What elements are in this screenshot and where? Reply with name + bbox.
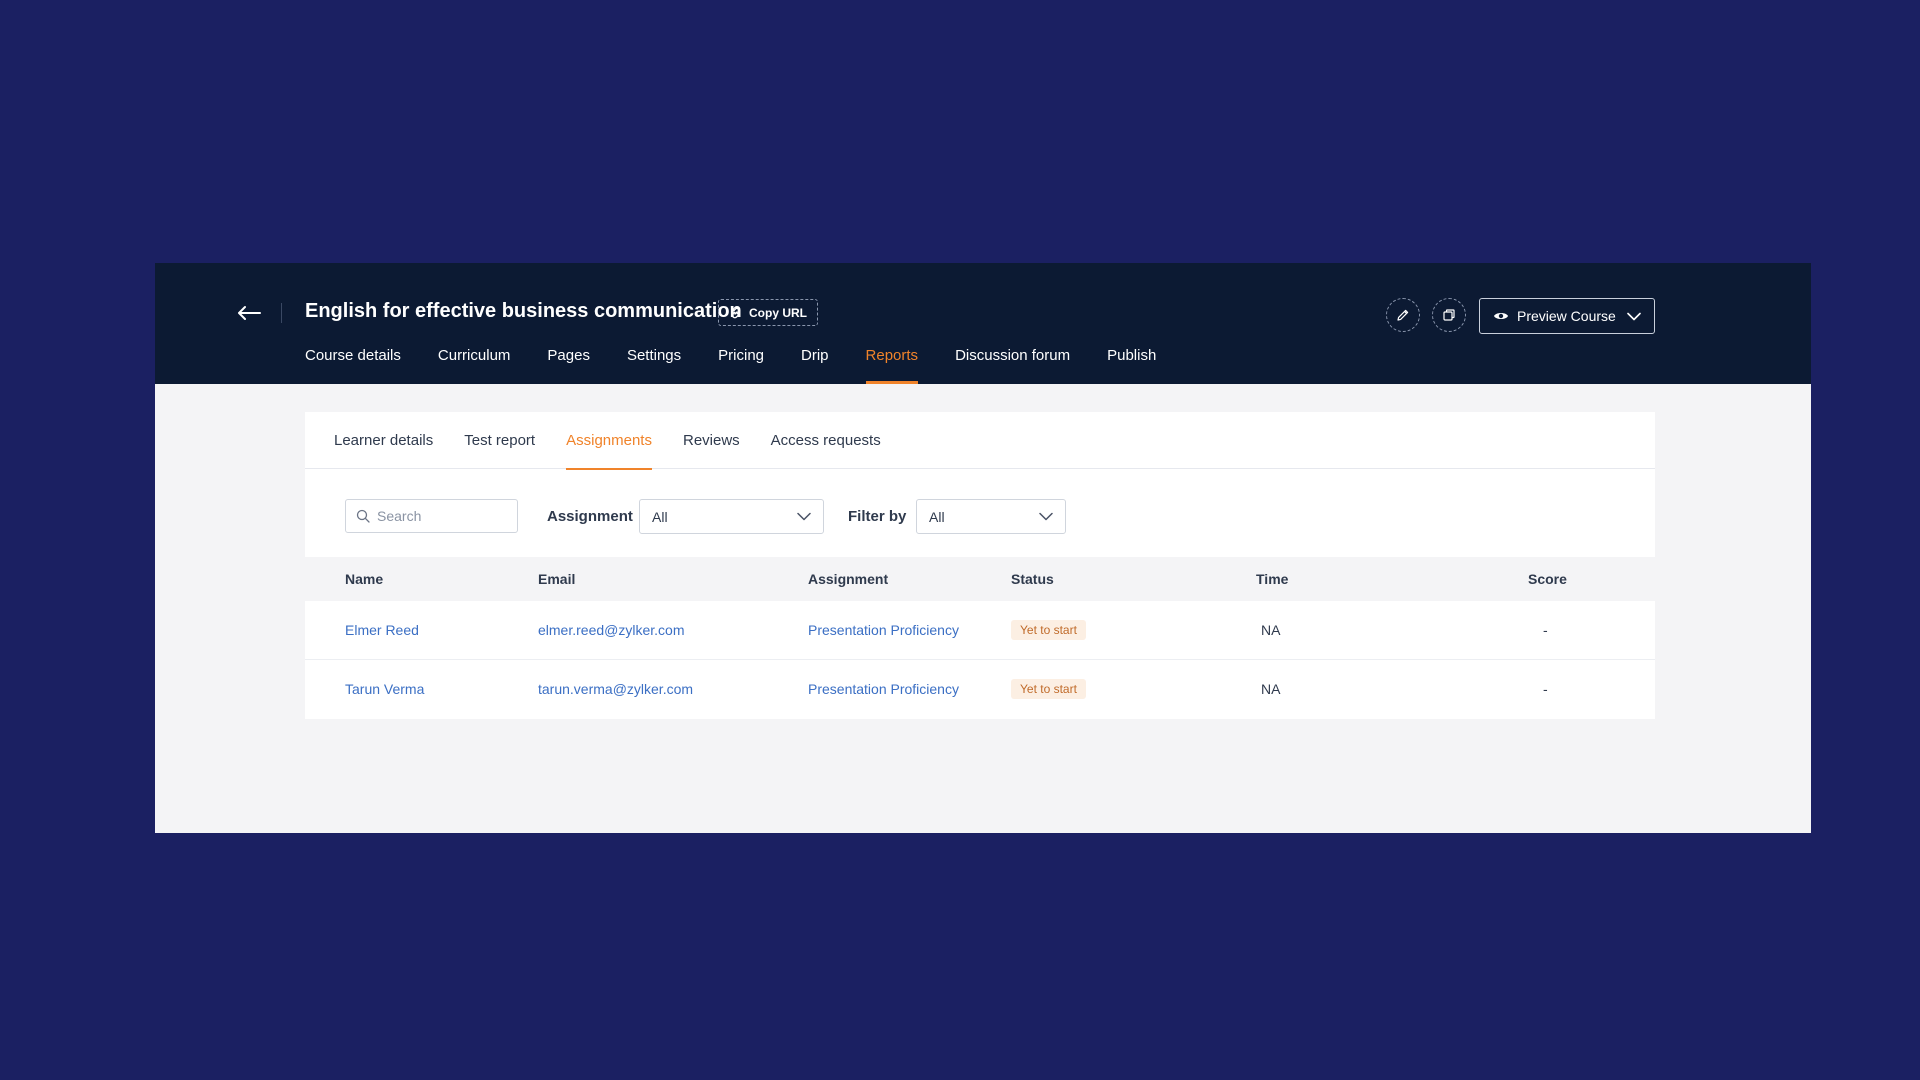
assignment-filter-label: Assignment (547, 508, 633, 525)
back-button[interactable] (235, 299, 263, 327)
top-bar: English for effective business communica… (155, 263, 1811, 384)
column-header-time: Time (1256, 571, 1289, 587)
subtab-reviews[interactable]: Reviews (683, 412, 740, 469)
subtab-access-requests[interactable]: Access requests (771, 412, 881, 469)
assignment-select-value: All (652, 508, 668, 525)
link-icon (731, 307, 741, 318)
filter-by-label: Filter by (848, 508, 907, 525)
search-field[interactable] (345, 499, 518, 533)
copy-url-label: Copy URL (749, 305, 807, 320)
chevron-down-icon (1627, 312, 1641, 320)
tab-pricing[interactable]: Pricing (718, 347, 764, 384)
column-header-email: Email (538, 571, 576, 587)
chevron-down-icon (1039, 512, 1053, 521)
preview-course-label: Preview Course (1517, 308, 1616, 324)
column-header-assignment: Assignment (808, 571, 889, 587)
search-input[interactable] (377, 508, 497, 524)
tab-settings[interactable]: Settings (627, 347, 681, 384)
column-header-status: Status (1011, 571, 1054, 587)
pencil-icon (1397, 309, 1409, 321)
tab-discussion-forum[interactable]: Discussion forum (955, 347, 1070, 384)
time-value: NA (1261, 681, 1281, 697)
column-header-score: Score (1528, 571, 1567, 587)
filter-by-select[interactable]: All (916, 499, 1066, 534)
title-divider (281, 303, 282, 323)
time-value: NA (1261, 622, 1281, 638)
tab-curriculum[interactable]: Curriculum (438, 347, 511, 384)
subtab-assignments[interactable]: Assignments (566, 412, 652, 470)
filter-by-select-value: All (929, 508, 945, 525)
assignment-select[interactable]: All (639, 499, 824, 534)
tab-publish[interactable]: Publish (1107, 347, 1156, 384)
search-icon (356, 509, 370, 523)
learner-email-link[interactable]: elmer.reed@zylker.com (538, 622, 684, 638)
tab-course-details[interactable]: Course details (305, 347, 401, 384)
edit-button[interactable] (1386, 298, 1420, 332)
learner-name-link[interactable]: Elmer Reed (345, 622, 419, 638)
assignment-link[interactable]: Presentation Proficiency (808, 681, 959, 697)
eye-icon (1494, 313, 1508, 319)
tab-reports[interactable]: Reports (865, 347, 918, 384)
subtab-test-report[interactable]: Test report (464, 412, 535, 469)
assignment-link[interactable]: Presentation Proficiency (808, 622, 959, 638)
score-value: - (1543, 622, 1548, 638)
course-tabs: Course details Curriculum Pages Settings… (305, 347, 1193, 384)
status-badge: Yet to start (1011, 620, 1086, 640)
status-badge: Yet to start (1011, 679, 1086, 699)
chevron-down-icon (797, 512, 811, 521)
score-value: - (1543, 681, 1548, 697)
duplicate-icon (1443, 309, 1455, 321)
learner-name-link[interactable]: Tarun Verma (345, 681, 424, 697)
back-arrow-icon (238, 306, 261, 320)
table-row: Elmer Reed elmer.reed@zylker.com Present… (305, 601, 1655, 660)
tab-drip[interactable]: Drip (801, 347, 829, 384)
tab-pages[interactable]: Pages (547, 347, 590, 384)
column-header-name: Name (345, 571, 384, 587)
preview-course-button[interactable]: Preview Course (1479, 298, 1655, 334)
learner-email-link[interactable]: tarun.verma@zylker.com (538, 681, 693, 697)
copy-url-button[interactable]: Copy URL (718, 299, 818, 326)
subtab-learner-details[interactable]: Learner details (334, 412, 433, 469)
course-title: English for effective business communica… (305, 300, 742, 322)
report-subtabs: Learner details Test report Assignments … (305, 412, 1655, 470)
reports-card: Learner details Test report Assignments … (305, 412, 1655, 719)
duplicate-button[interactable] (1432, 298, 1466, 332)
table-header: Name Email Assignment Status Time Score (305, 557, 1655, 601)
course-editor-window: English for effective business communica… (155, 263, 1811, 833)
table-row: Tarun Verma tarun.verma@zylker.com Prese… (305, 660, 1655, 719)
